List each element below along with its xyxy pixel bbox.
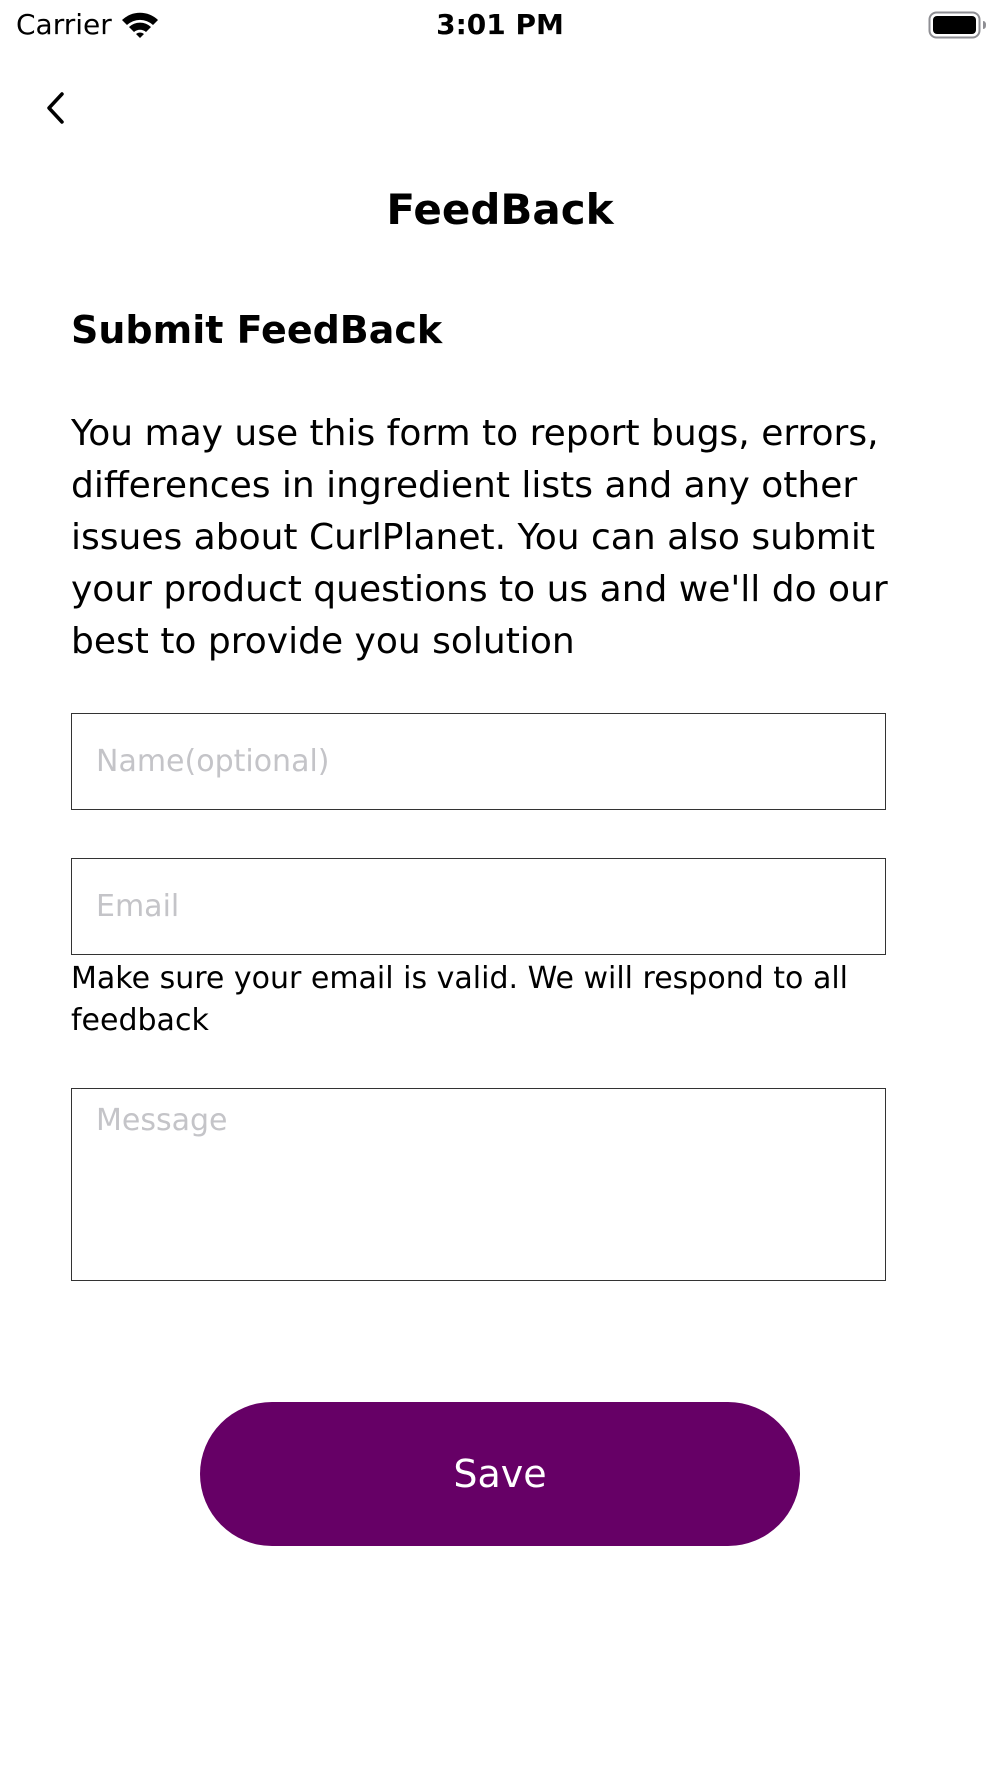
chevron-left-icon <box>44 91 68 129</box>
clock-label: 3:01 PM <box>436 8 564 41</box>
feedback-screen: Carrier 3:01 PM FeedBack Submit FeedBack… <box>0 0 1000 1778</box>
name-input[interactable] <box>71 713 886 810</box>
battery-full-icon <box>928 10 988 40</box>
page-title: FeedBack <box>386 185 614 234</box>
form-description: You may use this form to report bugs, er… <box>71 413 888 662</box>
back-button[interactable] <box>30 84 82 136</box>
email-input[interactable] <box>71 858 886 955</box>
save-button[interactable]: Save <box>200 1402 800 1546</box>
message-textarea[interactable] <box>71 1088 886 1281</box>
status-bar: Carrier 3:01 PM <box>0 0 1000 50</box>
section-title: Submit FeedBack <box>71 308 443 352</box>
email-hint: Make sure your email is valid. We will r… <box>71 961 848 1038</box>
